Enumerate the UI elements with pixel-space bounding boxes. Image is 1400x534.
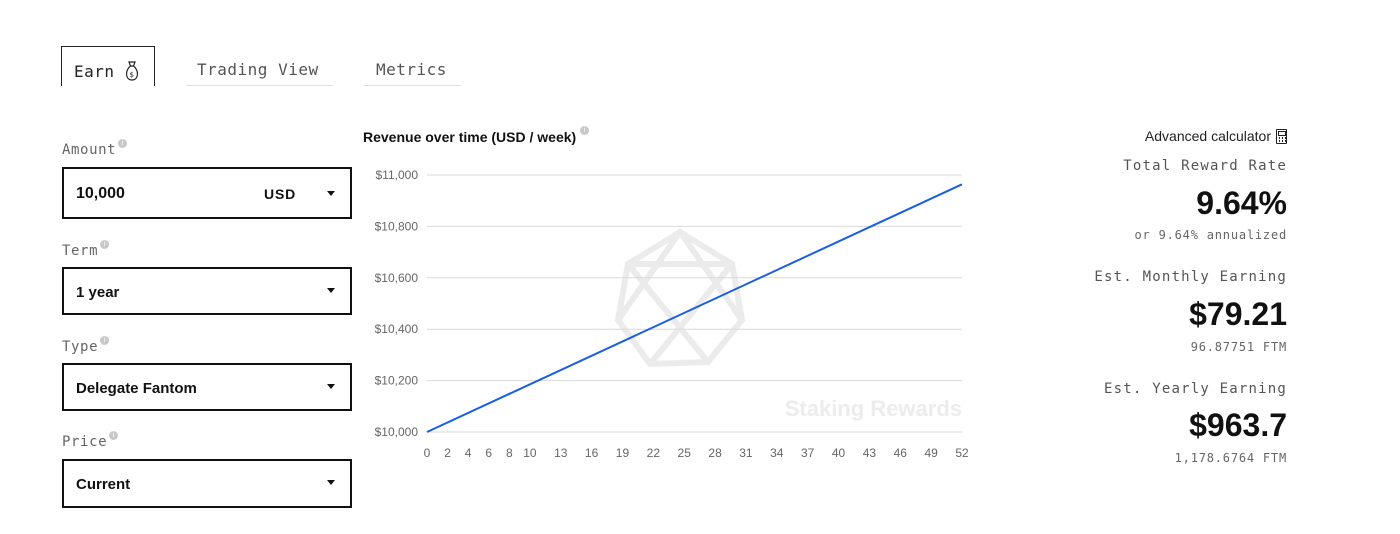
- term-select[interactable]: 1 year: [62, 267, 352, 315]
- total-reward-rate-sub: or 9.64% annualized: [1134, 228, 1287, 242]
- chevron-down-icon: [327, 480, 335, 485]
- info-icon[interactable]: i: [109, 431, 119, 440]
- term-value: 1 year: [76, 284, 120, 301]
- chart-watermark: Staking Rewards: [785, 396, 962, 421]
- type-value: Delegate Fantom: [76, 380, 197, 397]
- yearly-earning-sub: 1,178.6764 FTM: [1174, 451, 1287, 465]
- x-tick-label: 6: [485, 446, 492, 460]
- term-label: Term i: [62, 240, 110, 259]
- x-tick-label: 2: [444, 446, 451, 460]
- amount-input[interactable]: 10,000 USD: [62, 167, 352, 219]
- chevron-down-icon: [327, 384, 335, 389]
- info-icon[interactable]: i: [580, 126, 590, 135]
- info-icon[interactable]: i: [100, 240, 110, 249]
- x-tick-label: 0: [424, 446, 431, 460]
- type-label-text: Type: [62, 339, 99, 355]
- yearly-earning-label: Est. Yearly Earning: [1104, 381, 1287, 397]
- chart-title: Revenue over time (USD / week) i: [363, 126, 590, 145]
- yearly-earning-value: $963.7: [1189, 407, 1287, 443]
- y-tick-label: $10,600: [375, 271, 419, 285]
- advanced-calculator-label: Advanced calculator: [1144, 128, 1271, 144]
- x-tick-label: 43: [863, 446, 877, 460]
- term-label-text: Term: [62, 243, 99, 259]
- info-icon[interactable]: i: [100, 336, 110, 345]
- monthly-earning-sub: 96.87751 FTM: [1190, 340, 1287, 354]
- amount-label-text: Amount: [62, 142, 117, 158]
- x-tick-label: 19: [616, 446, 630, 460]
- tab-metrics[interactable]: Metrics: [364, 46, 461, 86]
- amount-value: 10,000: [76, 185, 125, 202]
- amount-label: Amount i: [62, 139, 128, 158]
- revenue-series-line: [426, 183, 963, 433]
- x-tick-label: 34: [770, 446, 784, 460]
- chart-title-text: Revenue over time (USD / week): [363, 129, 577, 145]
- chevron-down-icon[interactable]: [327, 191, 335, 196]
- revenue-chart: Staking Rewards $10,000 $10,200 $10,400 $10…: [375, 168, 969, 460]
- tab-earn[interactable]: Earn $: [61, 46, 155, 86]
- x-tick-label: 49: [924, 446, 938, 460]
- advanced-calculator-link[interactable]: Advanced calculator: [1145, 128, 1287, 144]
- x-tick-label: 4: [465, 446, 472, 460]
- x-tick-label: 25: [678, 446, 692, 460]
- y-tick-label: $10,000: [375, 425, 419, 439]
- x-tick-label: 31: [739, 446, 753, 460]
- x-tick-label: 22: [647, 446, 661, 460]
- svg-text:$: $: [130, 71, 135, 79]
- price-label-text: Price: [62, 434, 108, 450]
- total-reward-rate-value: 9.64%: [1196, 185, 1287, 221]
- type-select[interactable]: Delegate Fantom: [62, 363, 352, 411]
- x-tick-label: 46: [894, 446, 908, 460]
- currency-select[interactable]: USD: [264, 186, 296, 202]
- money-bag-icon: $: [125, 61, 139, 81]
- tab-earn-label: Earn: [74, 62, 115, 81]
- type-label: Type i: [62, 336, 110, 355]
- price-label: Price i: [62, 431, 119, 450]
- x-tick-label: 40: [832, 446, 846, 460]
- tab-trading-view[interactable]: Trading View: [186, 46, 333, 86]
- monthly-earning-value: $79.21: [1189, 296, 1287, 332]
- monthly-earning-label: Est. Monthly Earning: [1094, 269, 1287, 285]
- x-tick-label: 16: [585, 446, 599, 460]
- x-tick-label: 37: [801, 446, 815, 460]
- y-tick-label: $10,200: [375, 374, 419, 388]
- info-icon[interactable]: i: [118, 139, 128, 148]
- tab-metrics-label: Metrics: [376, 60, 447, 79]
- price-value: Current: [76, 476, 131, 493]
- x-tick-label: 52: [955, 446, 969, 460]
- staking-rewards-logo-icon: [614, 228, 746, 368]
- x-tick-label: 8: [506, 446, 513, 460]
- tab-trading-view-label: Trading View: [197, 60, 319, 79]
- x-tick-label: 13: [554, 446, 568, 460]
- x-tick-label: 28: [708, 446, 722, 460]
- calculator-icon: [1276, 129, 1287, 144]
- price-select[interactable]: Current: [62, 459, 352, 508]
- y-tick-label: $11,000: [376, 168, 419, 182]
- total-reward-rate-label: Total Reward Rate: [1123, 158, 1287, 174]
- y-tick-label: $10,800: [375, 219, 419, 233]
- chevron-down-icon: [327, 288, 335, 293]
- x-tick-label: 10: [523, 446, 537, 460]
- y-tick-label: $10,400: [375, 322, 419, 336]
